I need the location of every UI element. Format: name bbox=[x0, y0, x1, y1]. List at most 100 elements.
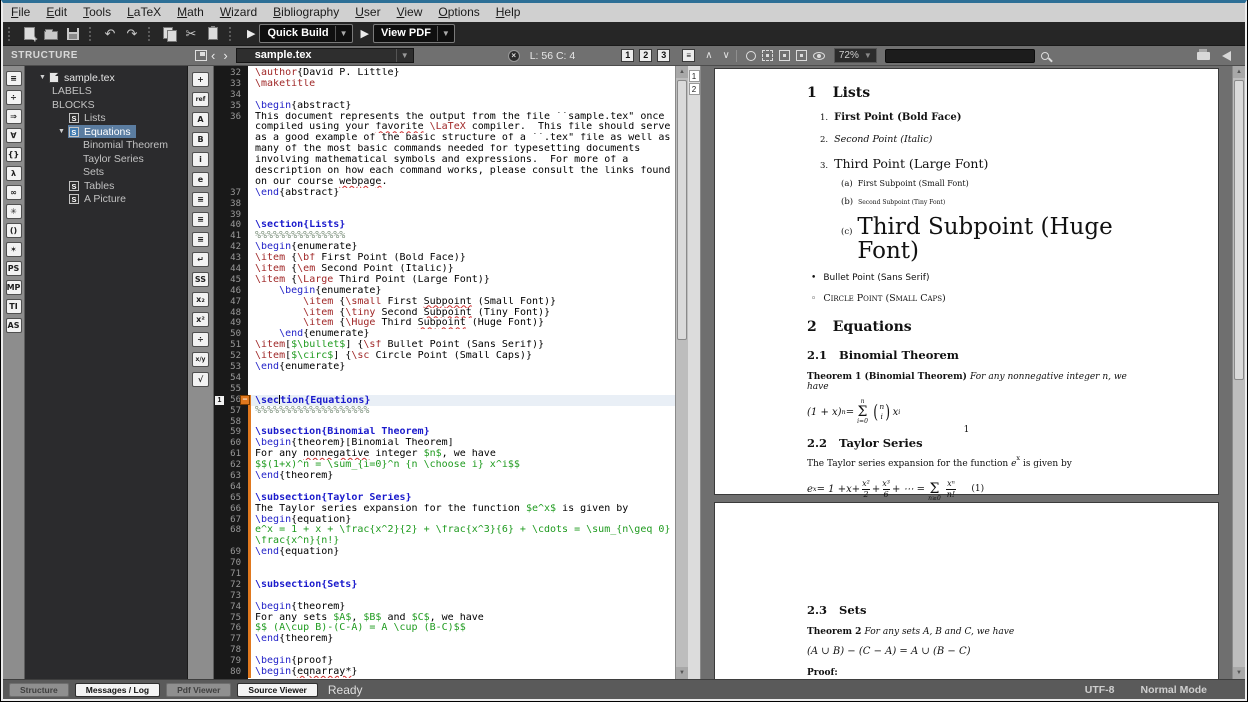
structure-item-sample-tex[interactable]: ▼sample.tex bbox=[25, 71, 187, 85]
fold-marker-icon[interactable]: – bbox=[240, 395, 250, 405]
editor-line[interactable]: 48 \item {\tiny Second Subpoint (Tiny Fo… bbox=[214, 308, 675, 319]
structure-item-binomial-theorem[interactable]: Binomial Theorem bbox=[25, 139, 187, 153]
editor-line[interactable]: 37\end{abstract} bbox=[214, 188, 675, 199]
toolbar-grip[interactable] bbox=[8, 27, 12, 41]
code-text[interactable]: \end{equation} bbox=[248, 547, 675, 558]
editor-line[interactable]: 77\end{theorem} bbox=[214, 634, 675, 645]
menu-latex[interactable]: LaTeX bbox=[119, 3, 169, 22]
code-text[interactable]: \item {\tiny Second Subpoint (Tiny Font)… bbox=[248, 308, 675, 319]
code-text[interactable]: \begin{abstract} bbox=[248, 101, 675, 112]
structure-tab[interactable]: ≡ bbox=[6, 71, 22, 86]
toolbar-grip[interactable] bbox=[229, 27, 233, 41]
code-text[interactable]: \subsection{Sets} bbox=[248, 580, 675, 591]
editor-line[interactable]: 66The Taylor series expansion for the fu… bbox=[214, 504, 675, 515]
editor-line[interactable]: 35\begin{abstract} bbox=[214, 101, 675, 112]
insert-item-icon[interactable]: + bbox=[192, 72, 209, 87]
structure-item-a-picture[interactable]: SA Picture bbox=[25, 193, 187, 207]
editor-line[interactable]: 36This document represents the output fr… bbox=[214, 112, 675, 123]
redo-icon[interactable]: ↷ bbox=[123, 25, 141, 43]
new-document-icon[interactable] bbox=[20, 25, 38, 43]
menu-file[interactable]: File bbox=[3, 3, 38, 22]
menu-user[interactable]: User bbox=[347, 3, 388, 22]
toolbar-grip[interactable] bbox=[89, 27, 93, 41]
code-text[interactable]: involving mathematical symbols and expre… bbox=[248, 155, 675, 166]
code-text[interactable]: \end{enumerate} bbox=[248, 329, 675, 340]
misc-symbols-tab[interactable]: ∞ bbox=[6, 185, 22, 200]
editor-line[interactable]: description on how each command works, p… bbox=[214, 166, 675, 177]
fraction-icon[interactable]: ÷ bbox=[192, 332, 209, 347]
editor-line[interactable]: 46 \begin{enumerate} bbox=[214, 286, 675, 297]
code-text[interactable] bbox=[248, 569, 675, 580]
code-text[interactable]: \frac{x^n}{n!} bbox=[248, 536, 675, 547]
editor-line[interactable]: 67\begin{equation} bbox=[214, 515, 675, 526]
editor-line[interactable]: 80\begin{eqnarray*} bbox=[214, 667, 675, 678]
zoom-dropdown-icon[interactable]: ▼ bbox=[864, 51, 872, 60]
editor-line[interactable]: 74\begin{theorem} bbox=[214, 602, 675, 613]
line-break-icon[interactable]: ↵ bbox=[192, 252, 209, 267]
close-document-icon[interactable]: × bbox=[508, 50, 520, 62]
editor-line[interactable]: 61For any nonnegative integer $n$, we ha… bbox=[214, 449, 675, 460]
code-text[interactable]: \section{Equations} bbox=[248, 395, 675, 406]
scroll-up-icon[interactable]: ∧ bbox=[705, 50, 712, 61]
external-viewer-icon[interactable] bbox=[1222, 51, 1231, 61]
code-text[interactable]: \subsection{Binomial Theorem} bbox=[248, 427, 675, 438]
source-editor[interactable]: 32\author{David P. Little}33\maketitle34… bbox=[214, 66, 675, 679]
editor-line[interactable]: 47 \item {\small First Subpoint (Small F… bbox=[214, 297, 675, 308]
code-text[interactable]: compiled using your favorite \LaTeX comp… bbox=[248, 122, 675, 133]
code-text[interactable] bbox=[248, 210, 675, 221]
greek-letters-tab[interactable]: λ bbox=[6, 166, 22, 181]
menu-math[interactable]: Math bbox=[169, 3, 212, 22]
cut-icon[interactable]: ✂ bbox=[182, 25, 200, 43]
menu-wizard[interactable]: Wizard bbox=[212, 3, 265, 22]
block-view-button[interactable]: ≡ bbox=[682, 49, 695, 62]
editor-line[interactable]: 59\subsection{Binomial Theorem} bbox=[214, 427, 675, 438]
editor-line[interactable]: 55 bbox=[214, 384, 675, 395]
pdf-viewer[interactable]: 1Lists1.First Point (Bold Face)2.Second … bbox=[701, 66, 1232, 679]
structure-item-sets[interactable]: Sets bbox=[25, 166, 187, 180]
code-text[interactable]: \author{David P. Little} bbox=[248, 68, 675, 79]
insert-ref-icon[interactable]: ref bbox=[192, 92, 209, 107]
editor-line[interactable]: 32\author{David P. Little} bbox=[214, 68, 675, 79]
subscript-icon[interactable]: x₂ bbox=[192, 292, 209, 307]
editor-line[interactable]: 72\subsection{Sets} bbox=[214, 580, 675, 591]
pdf-page-list-item-2[interactable]: 2 bbox=[689, 83, 700, 95]
undo-icon[interactable]: ↶ bbox=[101, 25, 119, 43]
pdf-search-input[interactable] bbox=[885, 49, 1035, 63]
open-file-icon[interactable] bbox=[42, 25, 60, 43]
code-text[interactable]: \maketitle bbox=[248, 79, 675, 90]
editor-line[interactable]: 78 bbox=[214, 645, 675, 656]
view-pdf-dropdown-icon[interactable]: ▼ bbox=[437, 26, 454, 41]
code-text[interactable] bbox=[248, 591, 675, 602]
code-text[interactable]: This document represents the output from… bbox=[248, 112, 675, 123]
editor-line[interactable]: 69\end{equation} bbox=[214, 547, 675, 558]
editor-line[interactable]: 75For any sets $A$, $B$ and $C$, we have bbox=[214, 613, 675, 624]
code-text[interactable] bbox=[248, 482, 675, 493]
run-quick-build-icon[interactable]: ▶ bbox=[247, 27, 255, 40]
quick-build-dropdown-icon[interactable]: ▼ bbox=[335, 26, 352, 41]
code-text[interactable] bbox=[248, 90, 675, 101]
editor-line[interactable]: 41%%%%%%%%%%%%%%% bbox=[214, 231, 675, 242]
code-text[interactable]: \item {\em Second Point (Italic)} bbox=[248, 264, 675, 275]
code-text[interactable]: \item[$\bullet$] {\sf Bullet Point (Sans… bbox=[248, 340, 675, 351]
next-document-icon[interactable]: › bbox=[223, 47, 227, 65]
menu-view[interactable]: View bbox=[389, 3, 431, 22]
pdf-page-list-item-1[interactable]: 1 bbox=[689, 70, 700, 82]
small-caps-icon[interactable]: SS bbox=[192, 272, 209, 287]
toolbar-grip[interactable] bbox=[148, 27, 152, 41]
superscript-icon[interactable]: x² bbox=[192, 312, 209, 327]
code-text[interactable]: e^x = 1 + x + \frac{x^2}{2} + \frac{x^3}… bbox=[248, 525, 675, 536]
code-text[interactable]: \begin{theorem}[Binomial Theorem] bbox=[248, 438, 675, 449]
editor-line[interactable]: involving mathematical symbols and expre… bbox=[214, 155, 675, 166]
bookmark-icon[interactable]: 1 bbox=[215, 396, 224, 405]
pstricks-tab[interactable]: PS bbox=[6, 261, 22, 276]
menu-edit[interactable]: Edit bbox=[38, 3, 75, 22]
paste-icon[interactable] bbox=[204, 25, 222, 43]
code-text[interactable]: \begin{proof} bbox=[248, 656, 675, 667]
code-text[interactable] bbox=[248, 417, 675, 428]
editor-line[interactable]: 62$$(1+x)^n = \sum_{i=0}^n {n \choose i}… bbox=[214, 460, 675, 471]
align-right-icon[interactable]: ≡ bbox=[192, 232, 209, 247]
pdf-scrollbar[interactable]: ▲ ▼ bbox=[1232, 66, 1245, 679]
editor-line[interactable]: 70 bbox=[214, 558, 675, 569]
editor-line[interactable]: 65\subsection{Taylor Series} bbox=[214, 493, 675, 504]
most-used-tab[interactable]: ✳ bbox=[6, 204, 22, 219]
